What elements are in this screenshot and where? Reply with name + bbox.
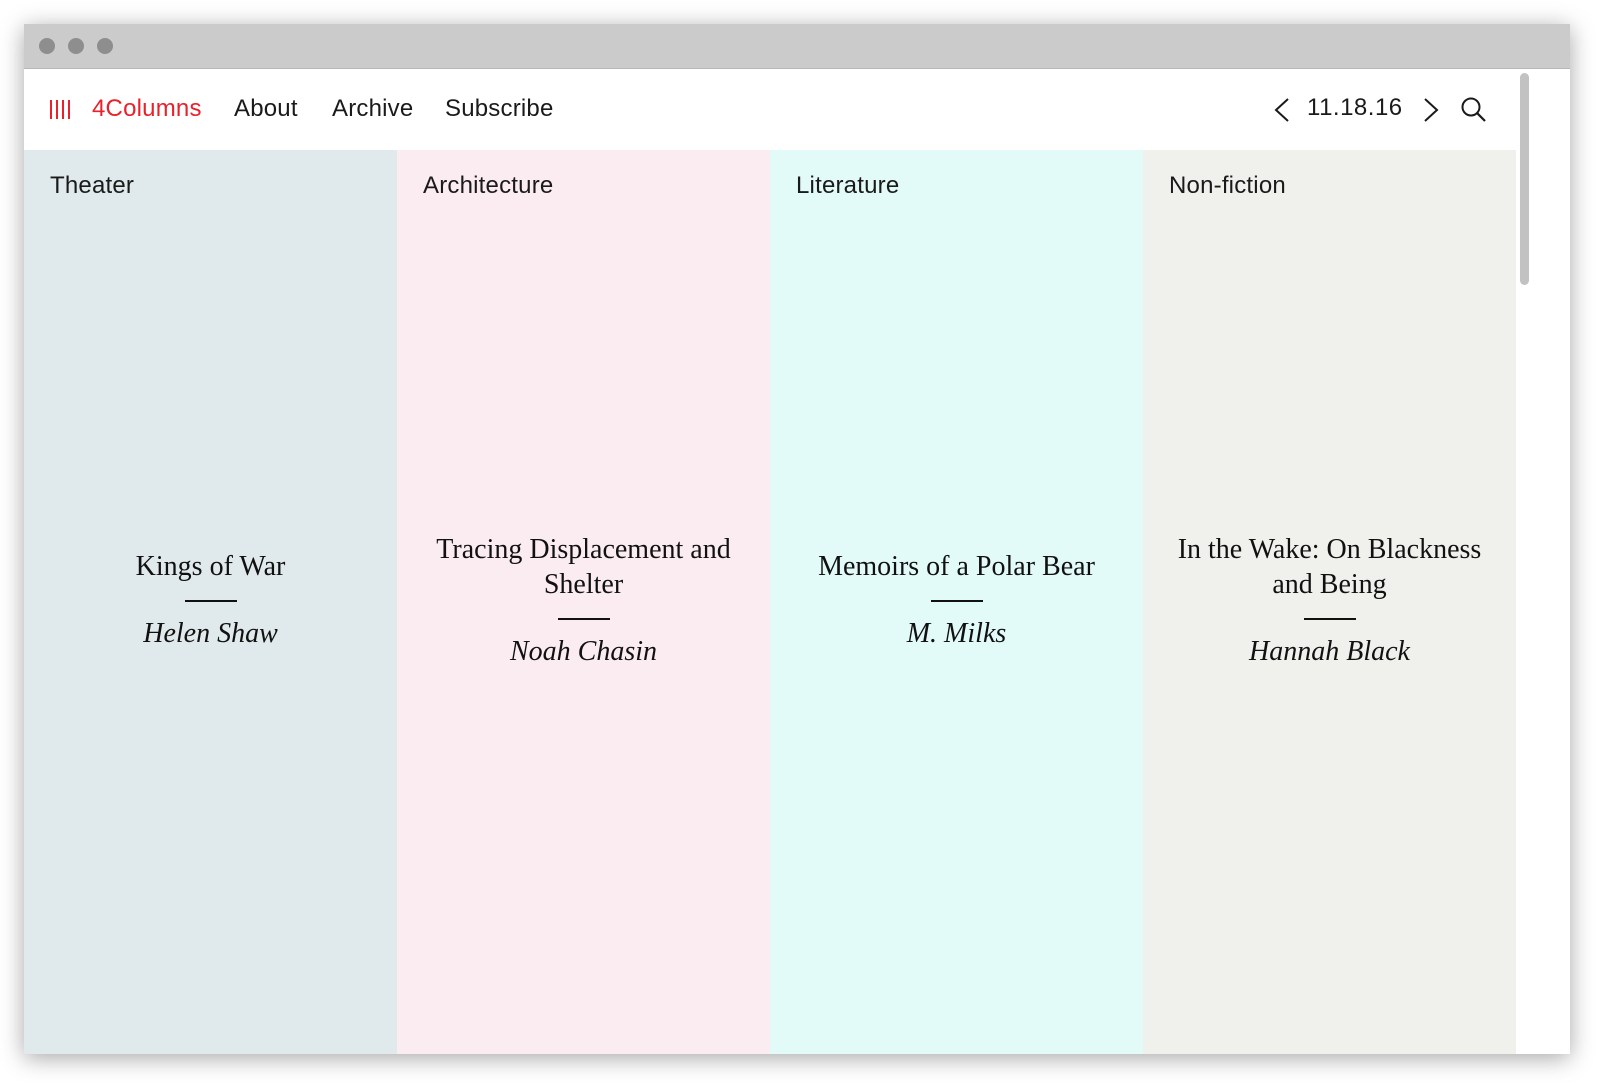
article-title[interactable]: In the Wake: On Blackness and Being <box>1163 532 1496 602</box>
article-author[interactable]: Hannah Black <box>1249 634 1410 669</box>
menu-bars-icon[interactable] <box>50 100 70 120</box>
article-card[interactable]: Memoirs of a Polar Bear M. Milks <box>790 505 1123 695</box>
article-title[interactable]: Kings of War <box>136 549 286 584</box>
column-literature[interactable]: Literature Memoirs of a Polar Bear M. Mi… <box>770 150 1143 1054</box>
title-divider <box>1303 617 1356 620</box>
top-navigation: 4Columns About Archive Subscribe 11.18.1… <box>24 69 1553 150</box>
nav-link-about[interactable]: About <box>234 95 298 123</box>
column-non-fiction[interactable]: Non-fiction In the Wake: On Blackness an… <box>1143 150 1516 1054</box>
article-title[interactable]: Tracing Displacement and Shelter <box>417 532 750 602</box>
browser-window: 4Columns About Archive Subscribe 11.18.1… <box>24 24 1570 1054</box>
article-title[interactable]: Memoirs of a Polar Bear <box>818 549 1095 584</box>
scrollbar-thumb[interactable] <box>1520 73 1529 285</box>
window-titlebar <box>24 24 1570 69</box>
nav-link-subscribe[interactable]: Subscribe <box>445 95 554 123</box>
article-card[interactable]: In the Wake: On Blackness and Being Hann… <box>1163 505 1496 695</box>
title-divider <box>930 600 983 602</box>
vertical-scrollbar[interactable] <box>1516 69 1533 1054</box>
article-card[interactable]: Kings of War Helen Shaw <box>44 505 377 695</box>
issue-date: 11.18.16 <box>1307 94 1403 121</box>
review-columns: Theater Kings of War Helen Shaw Architec… <box>24 150 1516 1054</box>
column-category[interactable]: Literature <box>796 172 899 200</box>
article-card[interactable]: Tracing Displacement and Shelter Noah Ch… <box>417 505 750 695</box>
next-issue-icon[interactable] <box>1418 95 1444 125</box>
article-author[interactable]: M. Milks <box>907 616 1007 651</box>
column-theater[interactable]: Theater Kings of War Helen Shaw <box>24 150 397 1054</box>
previous-issue-icon[interactable] <box>1269 95 1295 125</box>
close-window-button[interactable] <box>39 38 55 54</box>
column-category[interactable]: Architecture <box>423 172 553 200</box>
page-viewport: 4Columns About Archive Subscribe 11.18.1… <box>24 69 1570 1054</box>
column-category[interactable]: Non-fiction <box>1169 172 1286 200</box>
title-divider <box>557 617 610 620</box>
maximize-window-button[interactable] <box>97 38 113 54</box>
title-divider <box>184 600 237 602</box>
nav-link-archive[interactable]: Archive <box>332 95 413 123</box>
article-author[interactable]: Noah Chasin <box>510 634 657 669</box>
site-logo[interactable]: 4Columns <box>92 95 202 123</box>
minimize-window-button[interactable] <box>68 38 84 54</box>
column-category[interactable]: Theater <box>50 172 134 200</box>
search-icon[interactable] <box>1460 96 1488 124</box>
column-architecture[interactable]: Architecture Tracing Displacement and Sh… <box>397 150 770 1054</box>
article-author[interactable]: Helen Shaw <box>143 616 278 651</box>
